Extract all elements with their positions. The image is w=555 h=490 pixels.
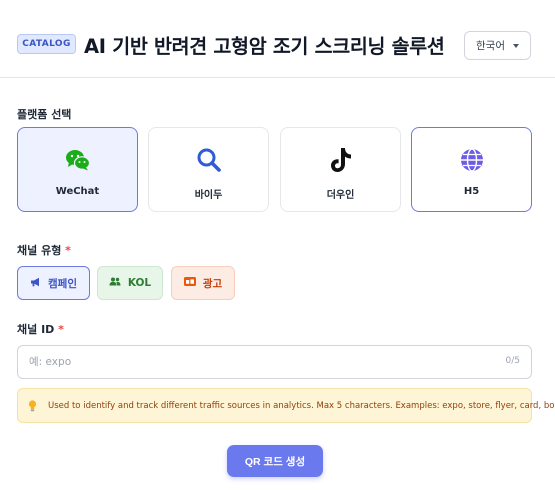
megaphone-icon: [30, 277, 41, 290]
channel-type-campaign[interactable]: 캠페인: [17, 266, 90, 300]
required-mark: *: [65, 244, 71, 257]
platform-option-label: 더우인: [326, 190, 355, 201]
header: CATALOG AI 기반 반려견 고형암 조기 스크리닝 솔루션 한국어: [0, 0, 555, 78]
page-title: AI 기반 반려견 고형암 조기 스크리닝 솔루션: [84, 35, 445, 58]
globe-icon: [459, 147, 485, 173]
channel-type-ad[interactable]: 광고: [171, 266, 235, 300]
platform-option-label: WeChat: [55, 186, 100, 197]
tiktok-icon: [328, 147, 354, 173]
platform-option-wechat[interactable]: WeChat: [17, 127, 138, 212]
channel-type-kol[interactable]: KOL: [97, 266, 163, 300]
users-icon: [109, 277, 121, 289]
lightbulb-icon: [28, 399, 37, 412]
platform-option-douyin[interactable]: 더우인: [280, 127, 401, 212]
platform-section-label: 플랫폼 선택: [17, 108, 72, 121]
ad-icon: [183, 277, 196, 289]
channel-id-section-label: 채널 ID *: [17, 321, 64, 337]
channel-id-label: 채널 ID: [17, 323, 55, 336]
catalog-badge: CATALOG: [17, 34, 76, 54]
platform-option-label: 바이두: [194, 190, 223, 201]
hint-box: Used to identify and track different tra…: [17, 388, 555, 423]
hint-text: Used to identify and track different tra…: [48, 400, 555, 411]
channel-type-label: 캠페인: [48, 277, 77, 290]
platform-option-label: H5: [463, 186, 480, 197]
channel-id-field: 0/5: [17, 345, 532, 379]
platform-option-h5[interactable]: H5: [411, 127, 532, 212]
language-select[interactable]: 한국어: [464, 31, 531, 60]
chevron-down-icon: [513, 44, 519, 48]
character-counter: 0/5: [505, 356, 520, 366]
channel-type-label: 광고: [202, 277, 223, 290]
language-select-value: 한국어: [476, 40, 505, 52]
channel-type-section-label: 채널 유형 *: [17, 242, 71, 258]
platform-option-baidu[interactable]: 바이두: [148, 127, 269, 212]
required-mark: *: [58, 323, 64, 336]
channel-type-label: KOL: [127, 277, 152, 289]
search-icon: [196, 147, 222, 173]
wechat-icon: [65, 147, 91, 173]
generate-qr-button[interactable]: QR 코드 생성: [227, 445, 323, 477]
channel-type-label: 채널 유형: [17, 244, 62, 257]
channel-id-input[interactable]: [18, 346, 488, 378]
